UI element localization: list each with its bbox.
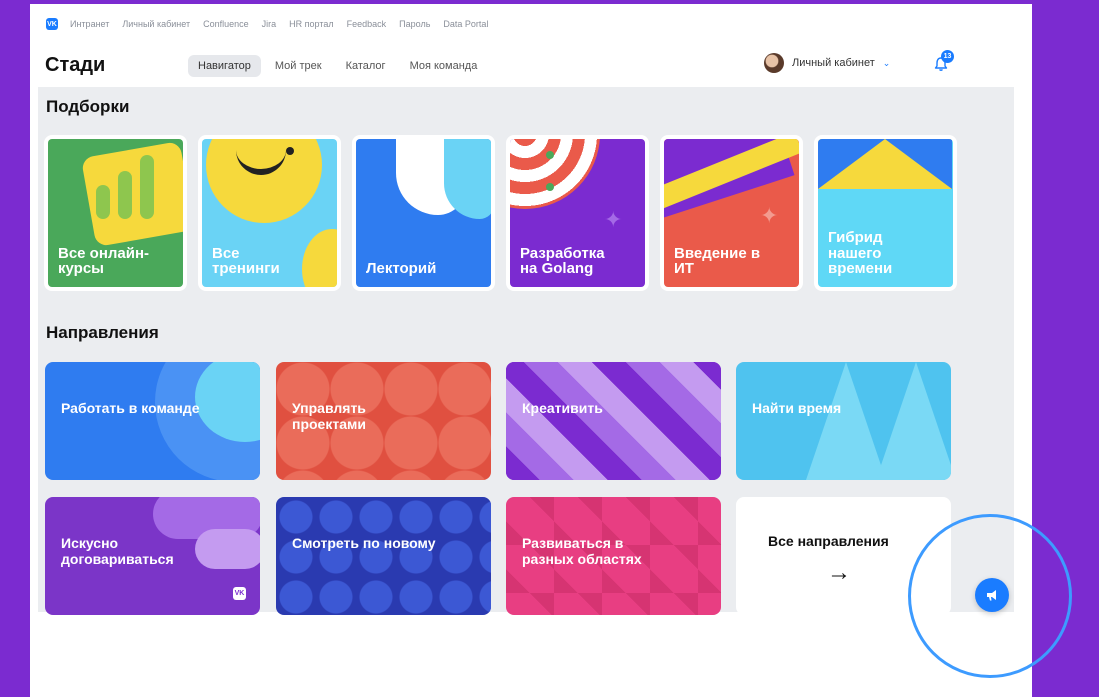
collection-card-label: Все тренинги [212, 244, 280, 278]
direction-card-label: Искусно договариваться [61, 535, 174, 568]
vk-logo-icon: VK [233, 587, 246, 600]
tab-catalog[interactable]: Каталог [336, 55, 396, 77]
chevron-down-icon: ⌄ [882, 57, 891, 68]
tab-navigator[interactable]: Навигатор [188, 55, 261, 77]
direction-card-creativity[interactable]: Креативить [506, 362, 721, 480]
directions-title: Направления [46, 323, 159, 342]
main-content: Подборки Все онлайн- курсы Все тренинги [38, 87, 1014, 615]
vk-logo-icon[interactable]: VK [46, 18, 58, 30]
direction-card-label: Управлять проектами [292, 400, 366, 433]
user-menu-label: Личный кабинет [792, 57, 875, 69]
direction-card-new-view[interactable]: Смотреть по новому [276, 497, 491, 615]
collection-card-image: Лекторий [356, 139, 491, 287]
direction-card-label: Найти время [752, 400, 842, 416]
user-menu[interactable]: Личный кабинет ⌄ [764, 53, 890, 73]
collection-card-label: Разработка на Golang [520, 244, 605, 278]
topnav-link-feedback[interactable]: Feedback [347, 19, 387, 29]
arrow-right-icon: → [827, 559, 851, 586]
collection-card-trainings[interactable]: Все тренинги [198, 135, 341, 291]
collection-card-image: Все тренинги [202, 139, 337, 287]
collection-card-all-courses[interactable]: Все онлайн- курсы [44, 135, 187, 291]
topnav-link-jira[interactable]: Jira [262, 19, 277, 29]
collection-card-label: Гибрид нашего времени [828, 228, 893, 278]
main-tabs: Навигатор Мой трек Каталог Моя команда [188, 55, 491, 77]
collection-card-label: Лекторий [366, 260, 437, 278]
tab-my-track[interactable]: Мой трек [265, 55, 332, 77]
direction-card-teamwork[interactable]: Работать в команде [45, 362, 260, 480]
collection-card-label: Введение в ИТ [674, 244, 761, 278]
direction-card-projects[interactable]: Управлять проектами [276, 362, 491, 480]
megaphone-icon [987, 590, 996, 601]
direction-card-negotiate[interactable]: Искусно договариваться VK [45, 497, 260, 615]
all-directions-label: Все направления [768, 533, 889, 549]
collection-card-image: ✦ Введение в ИТ [664, 139, 799, 287]
collection-card-golang[interactable]: ✦ Разработка на Golang [506, 135, 649, 291]
brand-title[interactable]: Стади [45, 54, 105, 77]
topnav-link-hr[interactable]: HR портал [289, 19, 333, 29]
feedback-fab-button[interactable] [975, 578, 1009, 612]
collection-card-label: Все онлайн- курсы [58, 244, 150, 278]
collection-card-image: Все онлайн- курсы [48, 139, 183, 287]
direction-card-find-time[interactable]: Найти время [736, 362, 951, 480]
notification-badge: 13 [941, 50, 954, 63]
collection-card-intro-it[interactable]: ✦ Введение в ИТ [660, 135, 803, 291]
topnav-link-confluence[interactable]: Confluence [203, 19, 249, 29]
collection-card-lectures[interactable]: Лекторий [352, 135, 495, 291]
collection-card-image: Гибрид нашего времени [818, 139, 953, 287]
tab-my-team[interactable]: Моя команда [400, 55, 488, 77]
avatar [764, 53, 784, 73]
direction-card-label: Работать в команде [61, 400, 200, 416]
direction-card-label: Смотреть по новому [292, 535, 436, 551]
direction-card-label: Креативить [522, 400, 603, 416]
collection-card-image: ✦ Разработка на Golang [510, 139, 645, 287]
direction-card-develop[interactable]: Развиваться в разных областях [506, 497, 721, 615]
topnav-link-data-portal[interactable]: Data Portal [443, 19, 488, 29]
topnav-link-password[interactable]: Пароль [399, 19, 430, 29]
topnav-link-account[interactable]: Личный кабинет [122, 19, 190, 29]
direction-card-label: Развиваться в разных областях [522, 535, 642, 568]
collection-card-hybrid[interactable]: Гибрид нашего времени [814, 135, 957, 291]
collections-title: Подборки [46, 97, 130, 116]
top-nav: VK Интранет Личный кабинет Confluence Ji… [46, 18, 501, 30]
topnav-link-intranet[interactable]: Интранет [70, 19, 109, 29]
app-window: VK Интранет Личный кабинет Confluence Ji… [30, 4, 1032, 697]
